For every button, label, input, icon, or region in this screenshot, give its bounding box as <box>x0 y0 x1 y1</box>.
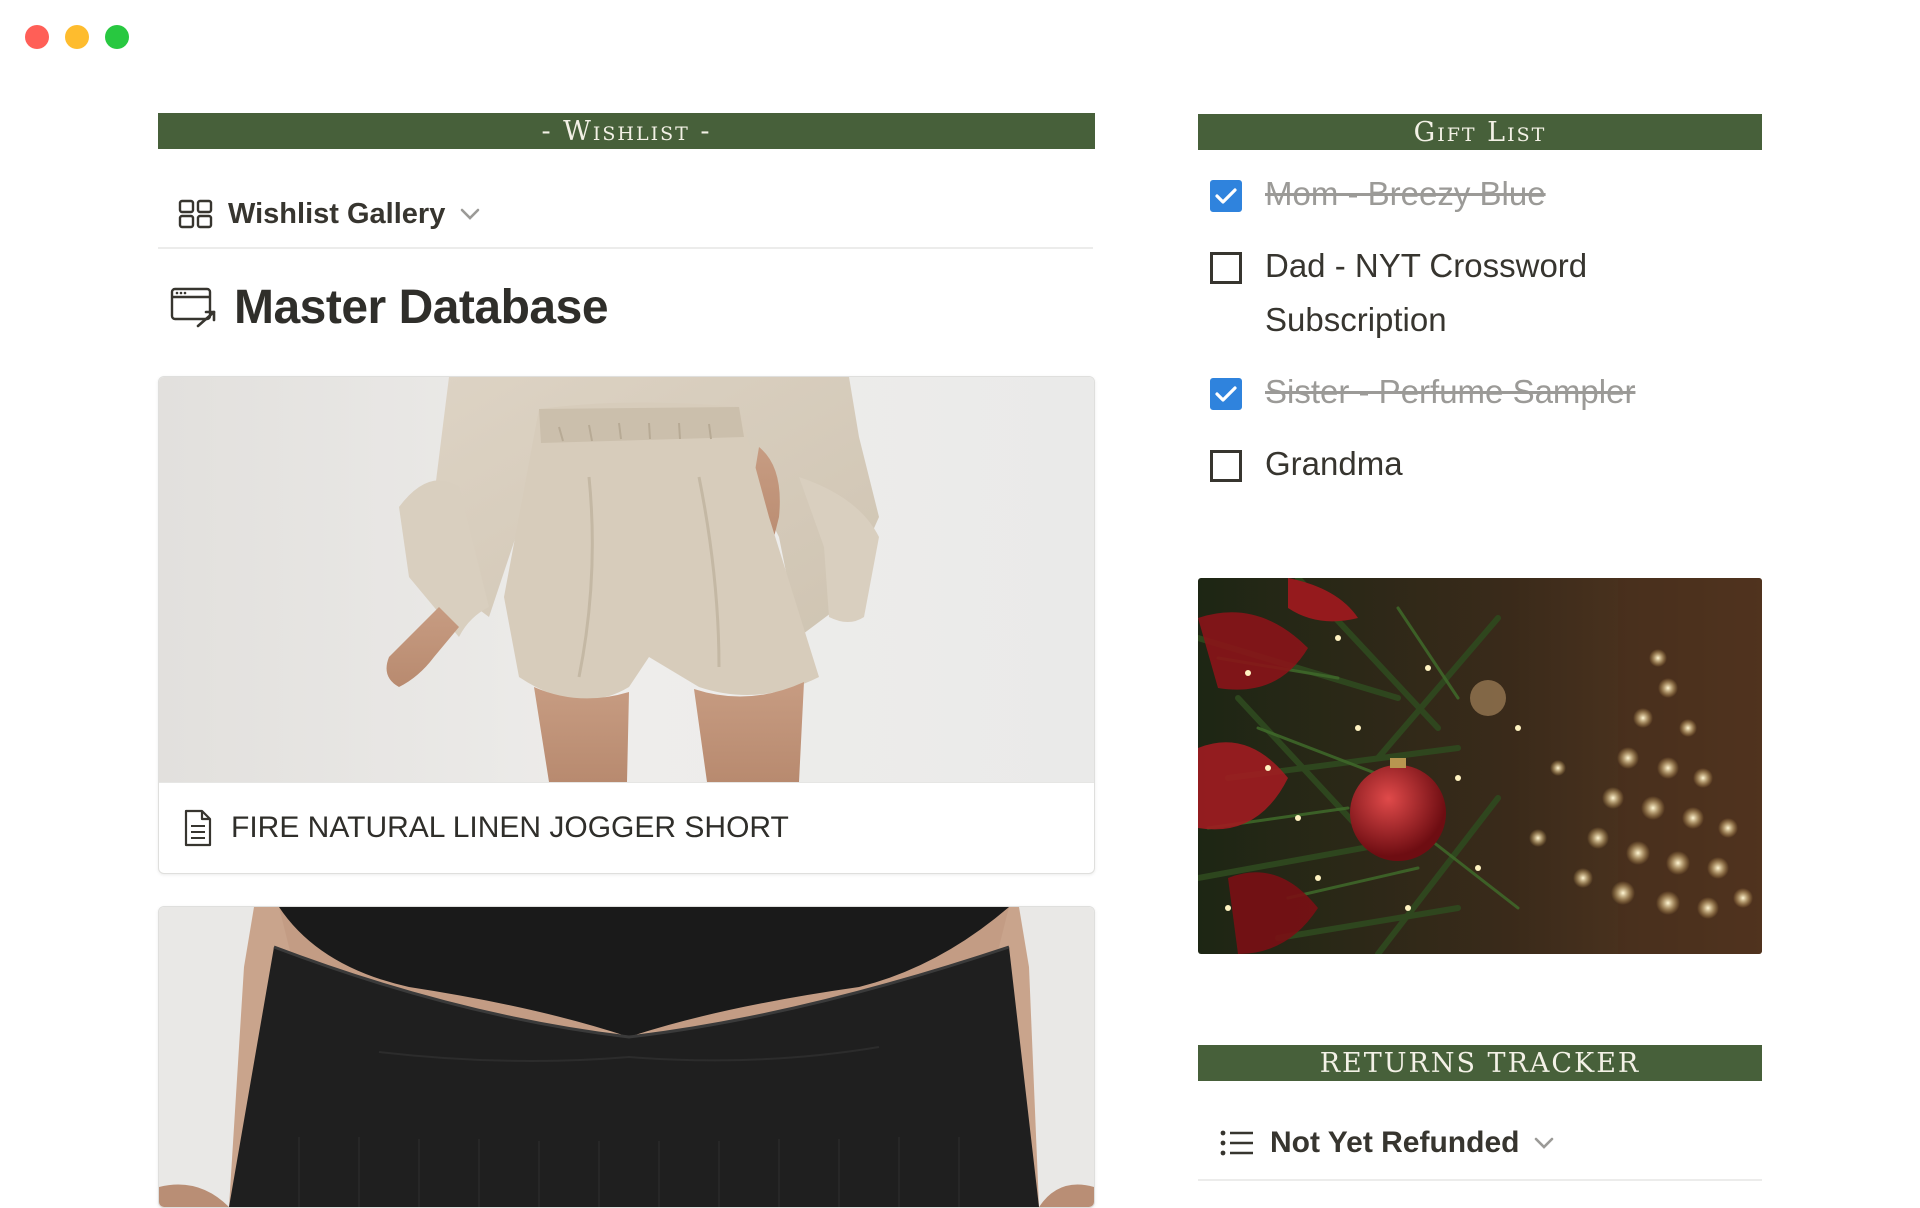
todo-item[interactable]: Grandma <box>1210 445 1745 491</box>
gallery-card[interactable] <box>158 906 1095 1208</box>
linked-database-icon <box>170 287 216 327</box>
black-top-photo <box>159 907 1094 1207</box>
card-cover-image <box>159 907 1094 1207</box>
todo-text[interactable]: Sister - Perfume Sampler <box>1265 365 1745 419</box>
chevron-down-icon[interactable] <box>1533 1136 1555 1150</box>
todo-item[interactable]: Mom - Breezy Blue <box>1210 175 1745 221</box>
wishlist-view-tab[interactable]: Wishlist Gallery <box>158 181 1093 249</box>
page-icon <box>184 809 212 847</box>
wishlist-banner-text: - Wishlist - <box>541 115 712 147</box>
gift-list-banner: Gift List <box>1198 114 1762 150</box>
returns-tracker-banner-text: RETURNS TRACKER <box>1319 1047 1641 1079</box>
close-button[interactable] <box>25 25 49 49</box>
todo-text[interactable]: Mom - Breezy Blue <box>1265 167 1745 221</box>
todo-text[interactable]: Dad - NYT Crossword Subscription <box>1265 239 1745 347</box>
chevron-down-icon[interactable] <box>459 207 481 221</box>
zoom-button[interactable] <box>105 25 129 49</box>
window-controls <box>25 25 129 49</box>
database-title-text: Master Database <box>234 281 609 334</box>
christmas-tree-photo <box>1198 578 1762 954</box>
returns-tracker-banner: RETURNS TRACKER <box>1198 1045 1762 1081</box>
list-view-icon <box>1220 1130 1253 1156</box>
wishlist-view-label: Wishlist Gallery <box>228 197 446 230</box>
checkbox-unchecked[interactable] <box>1210 252 1242 284</box>
returns-view-label: Not Yet Refunded <box>1270 1126 1520 1159</box>
checkmark-icon <box>1215 188 1237 204</box>
gallery-card[interactable]: FIRE NATURAL LINEN JOGGER SHORT <box>158 376 1095 874</box>
database-title[interactable]: Master Database <box>170 280 609 335</box>
gallery-grid-icon <box>178 199 213 229</box>
linen-shorts-photo <box>159 377 1094 782</box>
card-cover-image <box>159 377 1094 782</box>
todo-item[interactable]: Dad - NYT Crossword Subscription <box>1210 247 1745 347</box>
christmas-tree-image <box>1198 578 1762 954</box>
card-title: FIRE NATURAL LINEN JOGGER SHORT <box>231 811 789 844</box>
card-caption[interactable]: FIRE NATURAL LINEN JOGGER SHORT <box>159 782 1094 873</box>
todo-text[interactable]: Grandma <box>1265 437 1745 491</box>
returns-view-tab[interactable]: Not Yet Refunded <box>1198 1107 1762 1181</box>
checkmark-icon <box>1215 386 1237 402</box>
wishlist-banner: - Wishlist - <box>158 113 1095 149</box>
todo-item[interactable]: Sister - Perfume Sampler <box>1210 373 1745 419</box>
checkbox-checked[interactable] <box>1210 180 1242 212</box>
minimize-button[interactable] <box>65 25 89 49</box>
gift-list-banner-text: Gift List <box>1413 116 1547 148</box>
checkbox-unchecked[interactable] <box>1210 450 1242 482</box>
checkbox-checked[interactable] <box>1210 378 1242 410</box>
